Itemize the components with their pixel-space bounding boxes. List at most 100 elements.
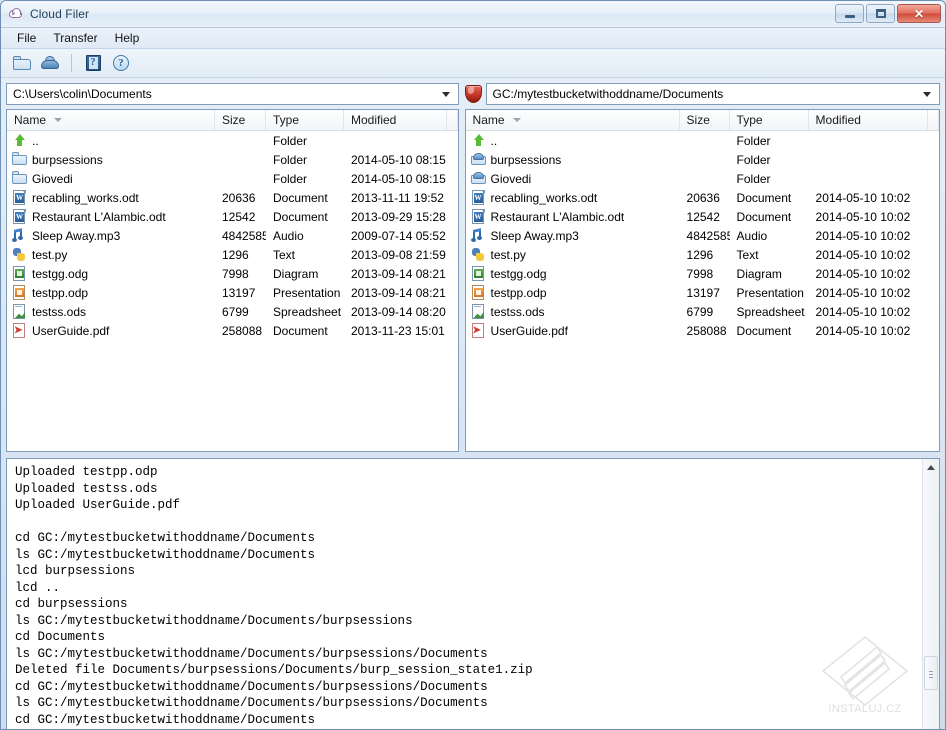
local-address-input[interactable]: C:\Users\colin\Documents (6, 83, 459, 105)
table-row[interactable]: testss.ods6799Spreadsheet2013-09-14 08:2… (7, 302, 458, 321)
column-header-modified[interactable]: Modified (344, 110, 447, 130)
cell-type: Folder (730, 172, 809, 186)
question-circle-icon: ? (113, 55, 129, 71)
log-scrollbar[interactable] (922, 459, 939, 730)
cell-name: testgg.odg (7, 266, 215, 281)
cell-modified: 2013-09-08 21:59 (344, 248, 447, 262)
table-row[interactable]: Wrecabling_works.odt20636Document2014-05… (466, 188, 939, 207)
cell-name: burpsessions (7, 152, 215, 167)
remote-file-list[interactable]: Name Size Type Modified ..Folderburpsess… (465, 109, 940, 452)
table-row[interactable]: testpp.odp13197Presentation2014-05-10 10… (466, 283, 939, 302)
cell-modified: 2014-05-10 10:02 (809, 210, 928, 224)
chevron-down-icon[interactable] (442, 92, 450, 97)
cell-modified: 2013-11-11 19:52 (344, 191, 447, 205)
cell-type: Text (266, 248, 344, 262)
table-row[interactable]: WRestaurant L'Alambic.odt12542Document20… (7, 207, 458, 226)
scrollbar-thumb[interactable] (924, 656, 938, 690)
cell-type: Folder (266, 153, 344, 167)
cell-modified: 2014-05-10 10:02 (809, 324, 928, 338)
file-name-label: .. (491, 134, 498, 148)
help-button[interactable]: ? (109, 52, 133, 74)
table-row[interactable]: GiovediFolder2014-05-10 08:15 (7, 169, 458, 188)
column-header-name[interactable]: Name (7, 110, 215, 130)
table-row[interactable]: GiovediFolder (466, 169, 939, 188)
log-output[interactable]: Uploaded testpp.odp Uploaded testss.ods … (7, 459, 922, 730)
column-header-type[interactable]: Type (266, 110, 344, 130)
cell-size: 13197 (215, 286, 266, 300)
table-row[interactable]: Wrecabling_works.odt20636Document2013-11… (7, 188, 458, 207)
menu-item-help[interactable]: Help (107, 29, 149, 48)
up-arrow-icon (12, 133, 27, 148)
table-row[interactable]: testss.ods6799Spreadsheet2014-05-10 10:0… (466, 302, 939, 321)
file-name-label: test.py (32, 248, 67, 262)
table-row[interactable]: testgg.odg7998Diagram2013-09-14 08:21 (7, 264, 458, 283)
remote-rows: ..FolderburpsessionsFolderGiovediFolderW… (466, 131, 939, 340)
chevron-down-icon[interactable] (923, 92, 931, 97)
table-row[interactable]: ➤UserGuide.pdf258088Document2014-05-10 1… (466, 321, 939, 340)
window-controls: ✕ (835, 4, 941, 23)
table-row[interactable]: Sleep Away.mp34842585Audio2009-07-14 05:… (7, 226, 458, 245)
security-shield-icon (465, 85, 482, 103)
column-header-modified[interactable]: Modified (809, 110, 928, 130)
table-row[interactable]: burpsessions Folder (466, 150, 939, 169)
remote-address-input[interactable]: GC:/mytestbucketwithoddname/Documents (486, 83, 940, 105)
file-name-label: testss.ods (491, 305, 545, 319)
maximize-button[interactable] (866, 4, 895, 23)
cell-name: Wrecabling_works.odt (7, 190, 215, 205)
table-row[interactable]: testgg.odg7998Diagram2014-05-10 10:02 (466, 264, 939, 283)
triangle-up-icon (927, 465, 935, 470)
cell-size: 1296 (680, 248, 730, 262)
minimize-button[interactable] (835, 4, 864, 23)
cell-type: Presentation (266, 286, 344, 300)
pdf-file-icon: ➤ (12, 323, 27, 338)
close-button[interactable]: ✕ (897, 4, 941, 23)
table-row[interactable]: testpp.odp13197Presentation2013-09-14 08… (7, 283, 458, 302)
column-header-size[interactable]: Size (680, 110, 730, 130)
table-row[interactable]: WRestaurant L'Alambic.odt12542Document20… (466, 207, 939, 226)
cell-size: 20636 (215, 191, 266, 205)
cell-type: Spreadsheet (730, 305, 809, 319)
cell-modified: 2014-05-10 10:02 (809, 305, 928, 319)
column-header-name[interactable]: Name (466, 110, 680, 130)
document-odt-icon: W (471, 190, 486, 205)
cell-name: ➤UserGuide.pdf (7, 323, 215, 338)
document-odt-icon: W (471, 209, 486, 224)
file-name-label: Sleep Away.mp3 (491, 229, 579, 243)
cell-modified: 2014-05-10 08:15 (344, 172, 447, 186)
maximize-icon (876, 9, 886, 18)
table-row[interactable]: ..Folder (7, 131, 458, 150)
pdf-file-icon: ➤ (471, 323, 486, 338)
upload-cloud-button[interactable] (38, 52, 62, 74)
cell-size: 258088 (680, 324, 730, 338)
table-row[interactable]: burpsessionsFolder2014-05-10 08:15 (7, 150, 458, 169)
local-file-list[interactable]: Name Size Type Modified ..Folder burpsess… (6, 109, 459, 452)
audio-mp3-icon (12, 228, 27, 243)
cell-modified: 2014-05-10 10:02 (809, 191, 928, 205)
file-name-label: Restaurant L'Alambic.odt (491, 210, 625, 224)
column-header-size[interactable]: Size (215, 110, 266, 130)
table-row[interactable]: ..Folder (466, 131, 939, 150)
table-row[interactable]: test.py1296Text2013-09-08 21:59 (7, 245, 458, 264)
cell-type: Document (730, 191, 809, 205)
cell-modified: 2013-09-14 08:21 (344, 267, 447, 281)
table-row[interactable]: ➤UserGuide.pdf258088Document2013-11-23 1… (7, 321, 458, 340)
manual-button[interactable]: ? (81, 52, 105, 74)
file-name-label: recabling_works.odt (491, 191, 598, 205)
menu-item-file[interactable]: File (9, 29, 45, 48)
cell-size: 7998 (215, 267, 266, 281)
file-name-label: burpsessions (491, 153, 562, 167)
cell-modified: 2014-05-10 10:02 (809, 229, 928, 243)
folder-open-icon (13, 56, 31, 70)
open-folder-button[interactable] (10, 52, 34, 74)
local-pane: C:\Users\colin\Documents Name Size Type … (6, 82, 459, 452)
menu-item-transfer[interactable]: Transfer (45, 29, 106, 48)
log-panel: Uploaded testpp.odp Uploaded testss.ods … (6, 458, 940, 730)
file-name-label: Giovedi (32, 172, 73, 186)
scroll-up-button[interactable] (923, 459, 939, 475)
spreadsheet-ods-icon (12, 304, 27, 319)
column-header-type[interactable]: Type (730, 110, 809, 130)
cell-type: Folder (730, 153, 809, 167)
table-row[interactable]: Sleep Away.mp34842585Audio2014-05-10 10:… (466, 226, 939, 245)
cell-name: testgg.odg (466, 266, 680, 281)
table-row[interactable]: test.py1296Text2014-05-10 10:02 (466, 245, 939, 264)
